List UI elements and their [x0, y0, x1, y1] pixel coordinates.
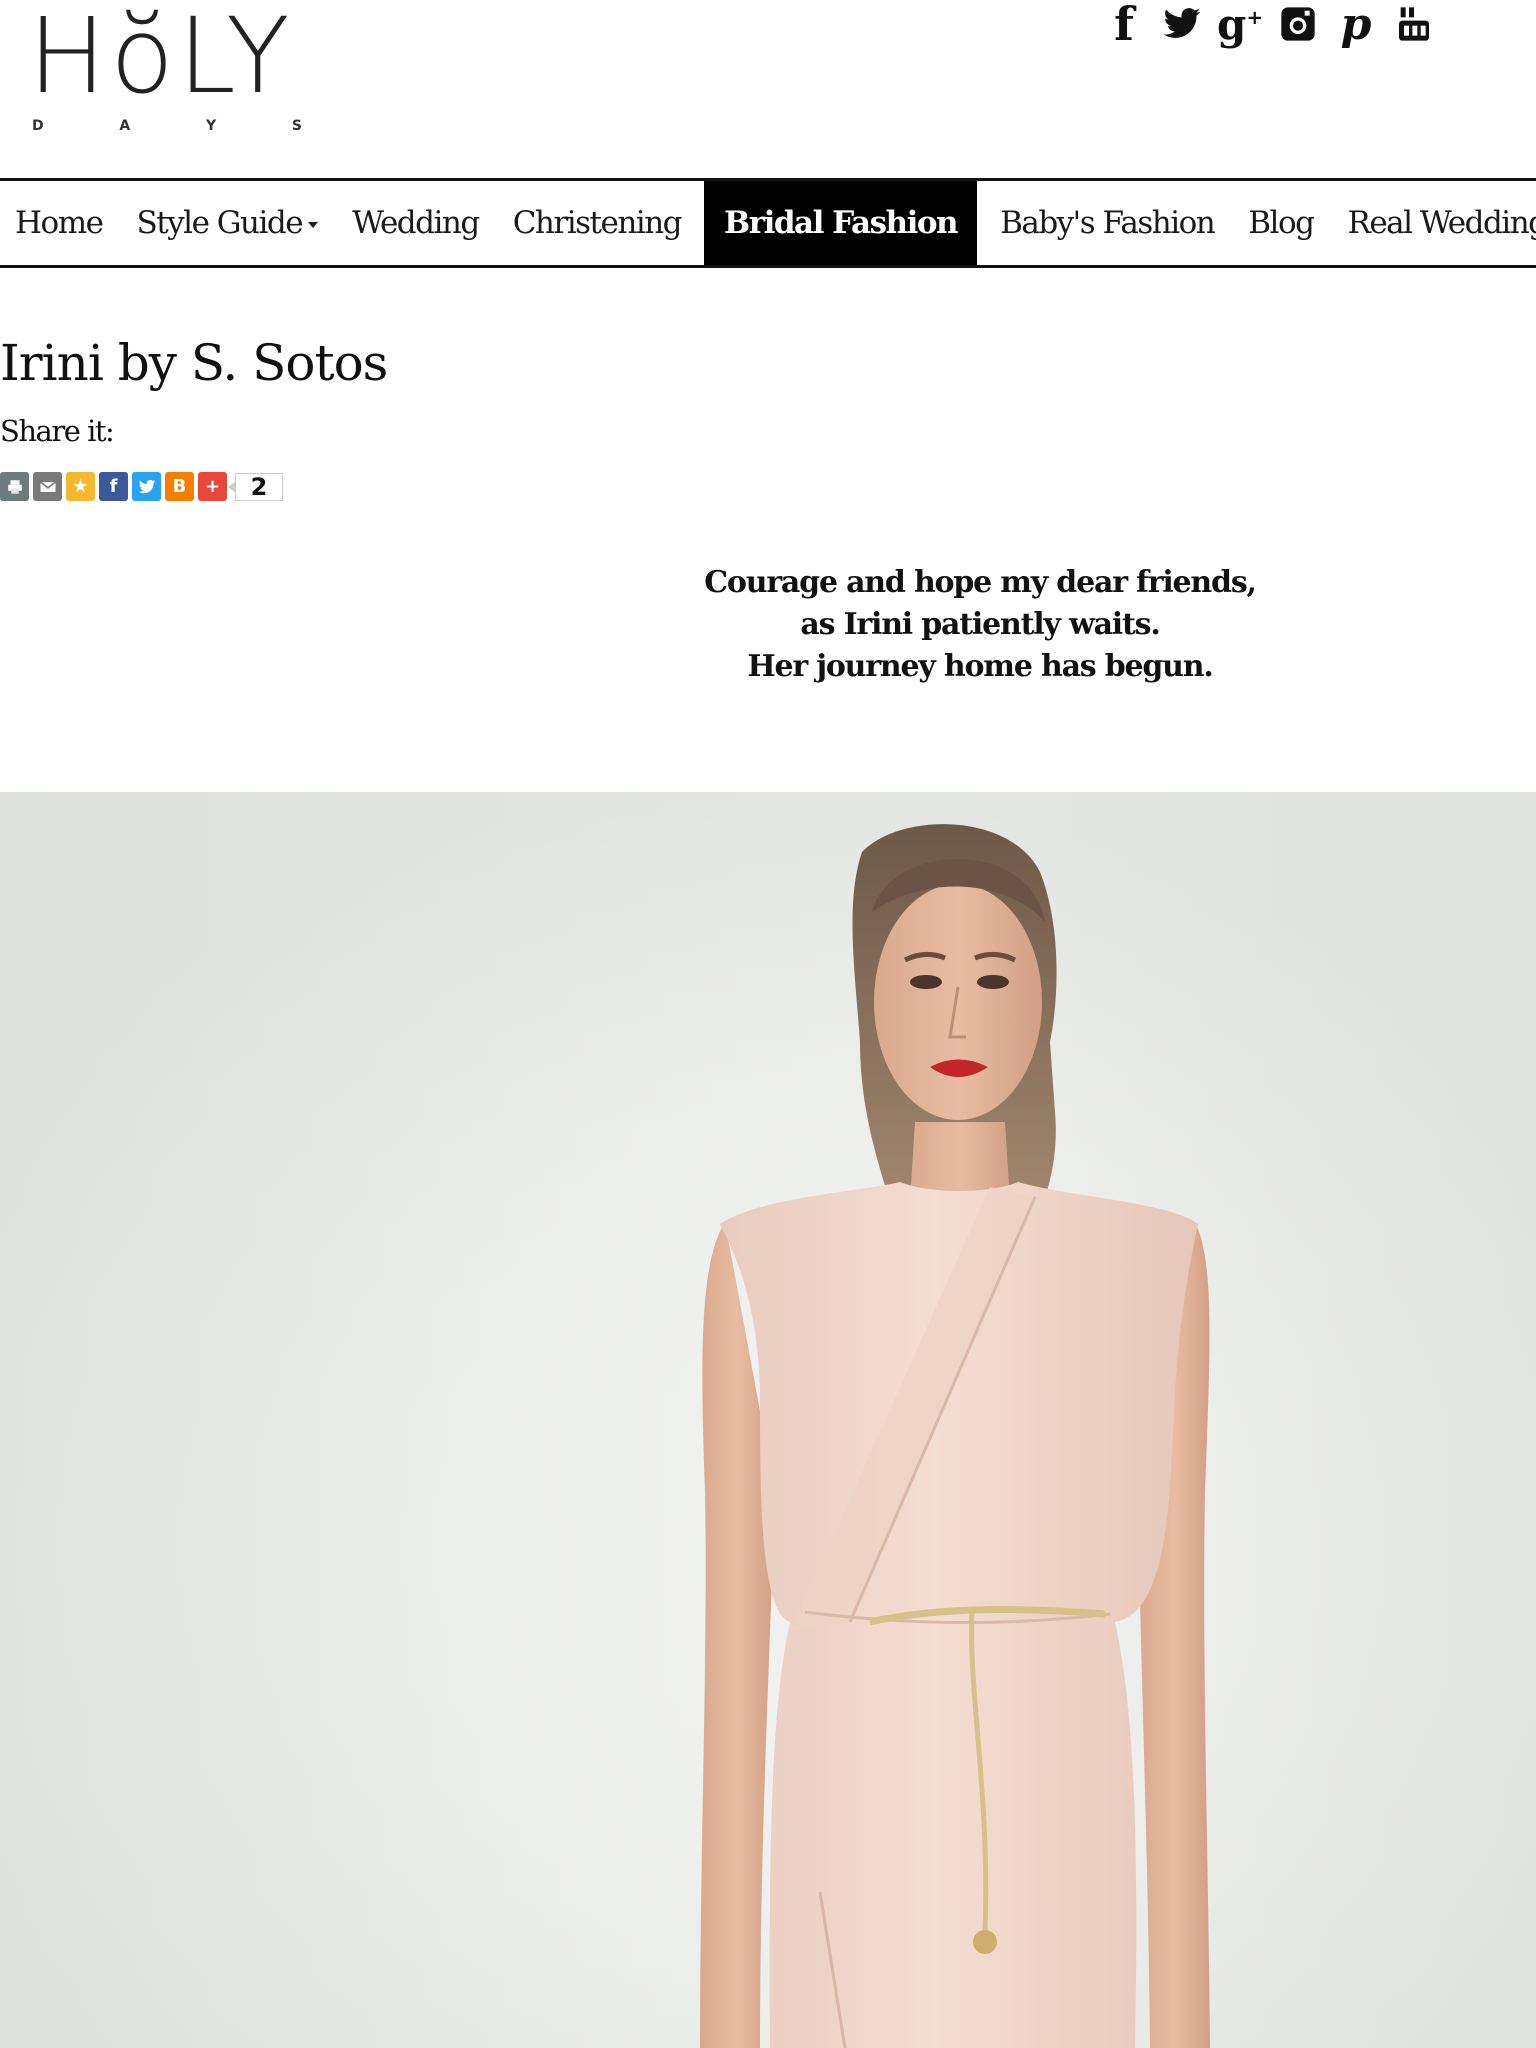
print-icon[interactable]: [0, 472, 29, 501]
nav-item-wedding[interactable]: Wedding: [335, 181, 496, 265]
intro-quote: Courage and hope my dear friends, as Iri…: [650, 562, 1310, 688]
logo-sub-letter: A: [119, 118, 131, 134]
nav-item-label: Wedding: [352, 205, 480, 241]
pinterest-icon[interactable]: p: [1334, 0, 1378, 50]
chevron-down-icon: [308, 222, 319, 228]
logo-sub-letter: Y: [206, 118, 217, 134]
nav-item-home[interactable]: Home: [0, 181, 119, 265]
nav-item-label: Baby's Fashion: [1000, 205, 1216, 241]
nav-item-blog[interactable]: Blog: [1231, 181, 1330, 265]
twitter-share-icon[interactable]: [132, 472, 161, 501]
social-links: f g+ p: [1102, 0, 1436, 51]
more-plus-icon[interactable]: +: [198, 472, 227, 501]
share-count-badge: 2: [228, 472, 283, 501]
nav-item-bridal-fashion[interactable]: Bridal Fashion: [704, 181, 978, 265]
facebook-share-icon[interactable]: f: [99, 472, 128, 501]
nav-item-label: Bridal Fashion: [724, 205, 959, 241]
quote-line: as Irini patiently waits.: [800, 607, 1160, 642]
nav-item-label: Christening: [512, 205, 683, 241]
nav-item-style-guide[interactable]: Style Guide: [119, 181, 335, 265]
nav-item-label: Real Weddings: [1347, 205, 1536, 241]
logo-sub-letter: S: [291, 118, 302, 134]
youtube-icon[interactable]: [1392, 2, 1436, 46]
nav-item-label: Style Guide: [136, 205, 303, 241]
nav-item-christening[interactable]: Christening: [496, 181, 698, 265]
facebook-icon[interactable]: f: [1102, 0, 1146, 51]
nav-item-real-weddings[interactable]: Real Weddings: [1330, 181, 1536, 265]
instagram-icon[interactable]: [1276, 2, 1320, 46]
favorite-star-icon[interactable]: ★: [66, 472, 95, 501]
model-illustration: [0, 792, 1536, 2048]
google-plus-icon[interactable]: g+: [1217, 0, 1263, 49]
twitter-icon[interactable]: [1160, 2, 1204, 46]
email-icon[interactable]: [33, 472, 62, 501]
nav-item-label: Blog: [1248, 205, 1315, 241]
logo-wordmark: HŏLY: [28, 0, 294, 117]
nav-item-label: Home: [15, 205, 104, 241]
logo-sub-letter: D: [32, 118, 44, 134]
logo-subtitle: D A Y S: [32, 118, 302, 134]
quote-line: Her journey home has begun.: [747, 649, 1214, 684]
main-nav: Home Style Guide Wedding Christening Bri…: [0, 178, 1536, 268]
site-logo[interactable]: HŏLY D A Y S: [28, 0, 302, 144]
page-title: Irini by S. Sotos: [0, 334, 388, 392]
blogger-icon[interactable]: B: [165, 472, 194, 501]
nav-item-babys-fashion[interactable]: Baby's Fashion: [983, 181, 1231, 265]
quote-line: Courage and hope my dear friends,: [704, 565, 1257, 600]
share-buttons: ★ f B + 2: [0, 472, 283, 501]
fashion-photo: [0, 792, 1536, 2048]
share-label: Share it:: [0, 414, 115, 448]
site-header: HŏLY D A Y S f g+ p: [0, 0, 1536, 178]
